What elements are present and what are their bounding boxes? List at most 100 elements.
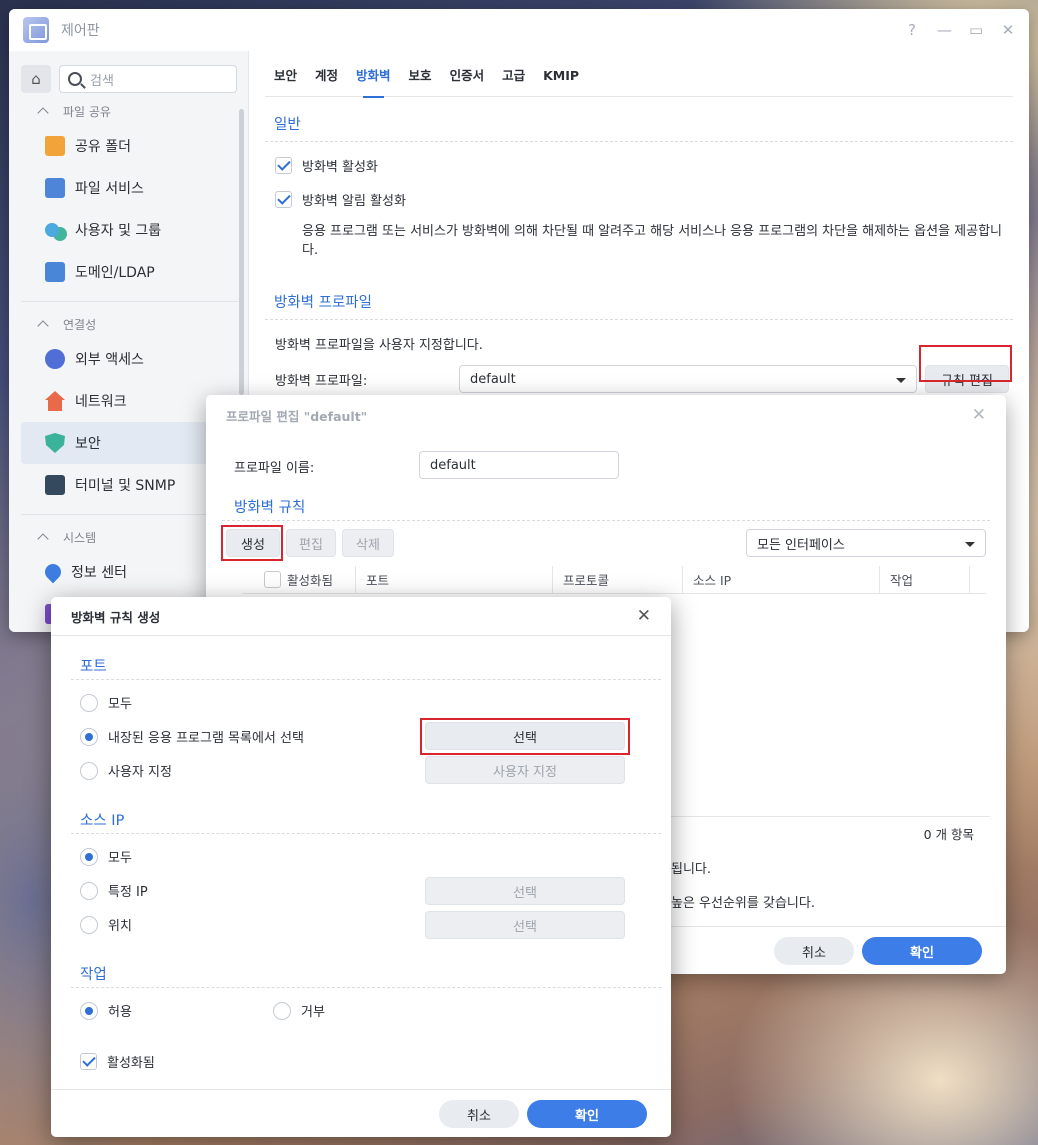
profile-name-input[interactable]: default bbox=[419, 451, 619, 479]
header-divider bbox=[51, 635, 671, 636]
tab-certificate[interactable]: 인증서 bbox=[441, 65, 494, 97]
search-icon bbox=[68, 72, 82, 86]
sidebar-item-shared-folder[interactable]: 공유 폴더 bbox=[21, 125, 244, 167]
divider bbox=[222, 520, 990, 521]
help-icon[interactable]: ? bbox=[905, 21, 919, 39]
tab-kmip[interactable]: KMIP bbox=[534, 65, 588, 97]
port-builtin-radio[interactable]: 내장된 응용 프로그램 목록에서 선택 bbox=[80, 727, 304, 746]
checkbox-checked[interactable] bbox=[275, 190, 292, 208]
shield-icon bbox=[45, 433, 65, 453]
rules-section-title: 방화벽 규칙 bbox=[234, 500, 306, 516]
window-title: 제어판 bbox=[61, 23, 100, 39]
domain-icon bbox=[45, 262, 65, 282]
allow-radio[interactable]: 허용 bbox=[80, 1001, 132, 1020]
folder-icon bbox=[45, 136, 65, 156]
profile-section-title: 방화벽 프로파일 bbox=[274, 295, 372, 311]
close-icon[interactable]: ✕ bbox=[1001, 21, 1015, 39]
port-custom-button[interactable]: 사용자 지정 bbox=[425, 756, 625, 784]
profile-name-label: 프로파일 이름: bbox=[234, 461, 315, 476]
source-ip-section-title: 소스 IP bbox=[80, 813, 125, 829]
chevron-up-icon bbox=[37, 107, 49, 119]
close-icon[interactable]: ✕ bbox=[972, 405, 986, 425]
section-file-sharing[interactable]: 파일 공유 bbox=[9, 97, 248, 125]
rule-enabled-checkbox[interactable]: 활성화됨 bbox=[80, 1052, 155, 1071]
tab-security[interactable]: 보안 bbox=[265, 65, 306, 97]
tab-protection[interactable]: 보호 bbox=[400, 65, 441, 97]
cancel-button[interactable]: 취소 bbox=[439, 1100, 519, 1128]
column-source-ip[interactable]: 소스 IP bbox=[683, 566, 880, 593]
radio-selected[interactable] bbox=[80, 847, 98, 866]
action-section-title: 작업 bbox=[80, 967, 107, 983]
search-input[interactable]: 검색 bbox=[59, 65, 237, 93]
notification-description: 응용 프로그램 또는 서비스가 방화벽에 의해 차단될 때 알려주고 해당 서비… bbox=[302, 224, 1002, 258]
sidebar-item-file-services[interactable]: 파일 서비스 bbox=[21, 167, 244, 209]
divider bbox=[71, 833, 661, 834]
cancel-button[interactable]: 취소 bbox=[774, 937, 854, 965]
tab-firewall[interactable]: 방화벽 bbox=[347, 65, 400, 98]
interface-select[interactable]: 모든 인터페이스 bbox=[746, 529, 986, 557]
tab-account[interactable]: 계정 bbox=[306, 65, 347, 97]
radio[interactable] bbox=[273, 1001, 291, 1020]
port-section-title: 포트 bbox=[80, 659, 107, 675]
column-protocol[interactable]: 프로토콜 bbox=[553, 566, 683, 593]
specific-ip-select-button[interactable]: 선택 bbox=[425, 877, 625, 905]
port-select-button[interactable]: 선택 bbox=[425, 722, 625, 750]
checkbox-checked[interactable] bbox=[80, 1053, 97, 1070]
maximize-icon[interactable]: ▭ bbox=[969, 21, 983, 39]
divider bbox=[71, 987, 661, 988]
home-icon: ⌂ bbox=[31, 70, 41, 88]
sidebar-item-users-groups[interactable]: 사용자 및 그룹 bbox=[21, 209, 244, 251]
source-specific-ip-radio[interactable]: 특정 IP bbox=[80, 881, 148, 900]
close-icon[interactable]: ✕ bbox=[637, 606, 651, 626]
sidebar-item-external-access[interactable]: 외부 액세스 bbox=[21, 338, 244, 380]
sidebar-item-domain-ldap[interactable]: 도메인/LDAP bbox=[21, 251, 244, 293]
column-port[interactable]: 포트 bbox=[356, 566, 553, 593]
tab-advanced[interactable]: 고급 bbox=[493, 65, 534, 97]
ok-button[interactable]: 확인 bbox=[862, 937, 982, 965]
terminal-icon bbox=[45, 475, 65, 495]
source-location-radio[interactable]: 위치 bbox=[80, 915, 132, 934]
ok-button[interactable]: 확인 bbox=[527, 1100, 647, 1128]
radio[interactable] bbox=[80, 761, 98, 780]
port-all-radio[interactable]: 모두 bbox=[80, 693, 132, 712]
radio[interactable] bbox=[80, 881, 98, 900]
profile-select[interactable]: default bbox=[459, 365, 917, 393]
window-controls: ? — ▭ ✕ bbox=[905, 21, 1015, 39]
column-action[interactable]: 작업 bbox=[880, 566, 970, 593]
chevron-up-icon bbox=[37, 320, 49, 332]
radio-selected[interactable] bbox=[80, 1001, 98, 1020]
delete-rule-button[interactable]: 삭제 bbox=[342, 529, 394, 557]
external-access-icon bbox=[45, 349, 65, 369]
section-connectivity[interactable]: 연결성 bbox=[9, 310, 248, 338]
note-line-1: 됩니다. bbox=[671, 862, 712, 877]
divider bbox=[265, 319, 1013, 320]
dialog-title: 방화벽 규칙 생성 bbox=[71, 609, 161, 625]
radio[interactable] bbox=[80, 915, 98, 934]
source-all-radio[interactable]: 모두 bbox=[80, 847, 132, 866]
dialog-header: 방화벽 규칙 생성 ✕ bbox=[51, 597, 671, 635]
caret-down-icon bbox=[965, 542, 975, 547]
tab-bar: 보안 계정 방화벽 보호 인증서 고급 KMIP bbox=[265, 65, 1013, 98]
create-rule-button[interactable]: 생성 bbox=[226, 529, 280, 557]
select-all-checkbox[interactable] bbox=[264, 571, 281, 588]
profile-label: 방화벽 프로파일: bbox=[275, 373, 368, 389]
home-button[interactable]: ⌂ bbox=[21, 65, 51, 93]
radio-selected[interactable] bbox=[80, 727, 98, 746]
rules-table-header: 활성화됨 포트 프로토콜 소스 IP 작업 bbox=[242, 566, 986, 594]
general-section-title: 일반 bbox=[274, 117, 301, 133]
enable-notification-checkbox[interactable]: 방화벽 알림 활성화 bbox=[275, 182, 1029, 216]
edit-rule-button[interactable]: 편집 bbox=[286, 529, 336, 557]
port-custom-radio[interactable]: 사용자 지정 bbox=[80, 761, 172, 780]
location-select-button[interactable]: 선택 bbox=[425, 911, 625, 939]
item-count: 0 개 항목 bbox=[923, 827, 974, 842]
deny-radio[interactable]: 거부 bbox=[273, 1001, 325, 1020]
network-icon bbox=[45, 391, 65, 411]
titlebar: 제어판 ? — ▭ ✕ bbox=[9, 9, 1029, 51]
edit-rules-button[interactable]: 규칙 편집 bbox=[925, 365, 1009, 393]
checkbox-checked[interactable] bbox=[275, 156, 292, 174]
minimize-icon[interactable]: — bbox=[937, 21, 952, 39]
column-enabled[interactable]: 활성화됨 bbox=[242, 566, 356, 593]
radio[interactable] bbox=[80, 693, 98, 712]
sidebar-scrollbar[interactable] bbox=[239, 109, 244, 395]
enable-firewall-checkbox[interactable]: 방화벽 활성화 bbox=[275, 148, 1029, 182]
